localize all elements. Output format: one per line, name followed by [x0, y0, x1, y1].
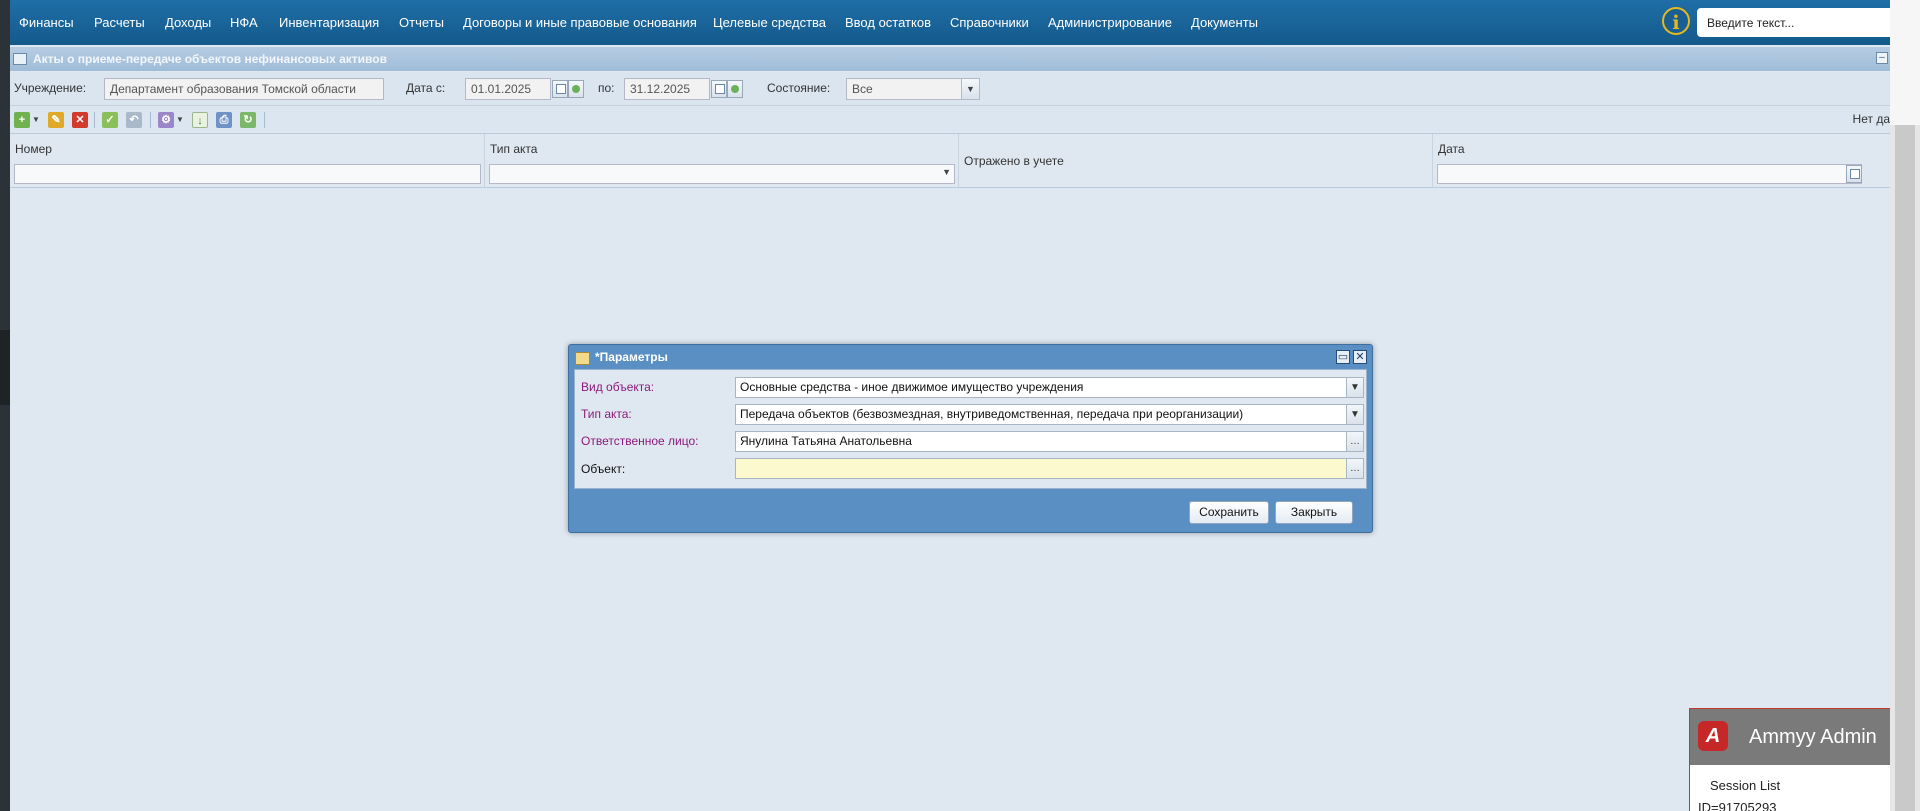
menu-documents[interactable]: Документы	[1191, 15, 1258, 30]
menu-income[interactable]: Доходы	[165, 15, 211, 30]
object-label: Объект:	[581, 462, 626, 476]
responsible-person-label: Ответственное лицо:	[581, 434, 699, 448]
add-dropdown-icon[interactable]: ▼	[32, 115, 40, 124]
filter-bar: Учреждение: Департамент образования Томс…	[10, 72, 1890, 106]
chevron-down-icon[interactable]: ▼	[942, 167, 951, 177]
app-window: Финансы Расчеты Доходы НФА Инвентаризаци…	[10, 0, 1890, 811]
menu-target-funds[interactable]: Целевые средства	[713, 15, 826, 30]
date-from-label: Дата с:	[406, 81, 446, 95]
ammyy-titlebar: A Ammyy Admin	[1690, 709, 1890, 765]
global-search-input[interactable]	[1697, 8, 1890, 37]
refresh-icon[interactable]: ↻	[240, 112, 256, 128]
edge-top	[1890, 0, 1920, 125]
print-icon[interactable]: ⎙	[216, 112, 232, 128]
chevron-down-icon[interactable]: ▼	[961, 79, 979, 99]
calendar-icon[interactable]	[1846, 165, 1862, 183]
toolbar-separator	[94, 112, 95, 128]
institution-field[interactable]: Департамент образования Томской области	[104, 78, 384, 100]
state-select[interactable]: Все ▼	[846, 78, 980, 100]
grid-header: Номер Тип акта ▼ Отражено в учете Дата	[10, 134, 1890, 188]
unpost-icon[interactable]: ↶	[126, 112, 142, 128]
filter-date-input[interactable]	[1437, 164, 1862, 184]
close-button[interactable]: Закрыть	[1275, 501, 1353, 524]
menu-directories[interactable]: Справочники	[950, 15, 1029, 30]
collapse-icon[interactable]: –	[1876, 52, 1888, 64]
column-header: Тип акта	[490, 142, 538, 156]
date-from-field[interactable]: 01.01.2025	[465, 78, 551, 100]
post-icon[interactable]: ✓	[102, 112, 118, 128]
column-header: Номер	[15, 142, 52, 156]
date-from-calendar-icon[interactable]	[552, 80, 568, 98]
filter-number-input[interactable]	[14, 164, 481, 184]
ellipsis-icon[interactable]: …	[1347, 458, 1364, 479]
info-icon[interactable]: i	[1662, 7, 1690, 35]
menu-balances-input[interactable]: Ввод остатков	[845, 15, 931, 30]
actions-dropdown-icon[interactable]: ▼	[176, 115, 184, 124]
panel-header: Акты о приеме-передаче объектов нефинанс…	[10, 47, 1890, 71]
chevron-down-icon[interactable]: ▼	[1347, 404, 1364, 425]
dialog-body: Вид объекта: Основные средства - иное дв…	[574, 369, 1367, 489]
date-to-apply-icon[interactable]	[727, 80, 743, 98]
vertical-scrollbar[interactable]	[1895, 125, 1915, 811]
main-menu: Финансы Расчеты Доходы НФА Инвентаризаци…	[10, 0, 1890, 45]
close-icon[interactable]: ✕	[1353, 350, 1367, 364]
date-from-apply-icon[interactable]	[568, 80, 584, 98]
right-edge	[1890, 0, 1920, 811]
column-header: Отражено в учете	[964, 154, 1064, 168]
desktop-edge	[0, 0, 10, 811]
filter-act-type-select[interactable]: ▼	[489, 164, 955, 184]
menu-reports[interactable]: Отчеты	[399, 15, 444, 30]
menu-nfa[interactable]: НФА	[230, 15, 258, 30]
column-act-type[interactable]: Тип акта ▼	[485, 134, 959, 187]
state-value: Все	[852, 82, 873, 96]
add-icon[interactable]: +	[14, 112, 30, 128]
grid-toolbar: + ▼ ✎ ✕ ✓ ↶ ⚙ ▼ ↓ ⎙ ↻ Нет да	[10, 106, 1890, 134]
responsible-person-field[interactable]: Янулина Татьяна Анатольевна	[735, 431, 1347, 452]
object-kind-select[interactable]: Основные средства - иное движимое имущес…	[735, 377, 1347, 398]
session-list-link[interactable]: Session List	[1710, 778, 1780, 793]
paging-status: Нет да	[1852, 112, 1890, 126]
ammyy-title: Ammyy Admin	[1749, 726, 1877, 748]
act-type-select[interactable]: Передача объектов (безвозмездная, внутри…	[735, 404, 1347, 425]
dialog-title: *Параметры	[595, 350, 668, 364]
desktop-strip	[0, 330, 10, 405]
column-date[interactable]: Дата	[1433, 134, 1890, 187]
delete-icon[interactable]: ✕	[72, 112, 88, 128]
ammyy-id: ID=91705293	[1698, 800, 1777, 811]
column-header: Дата	[1438, 142, 1465, 156]
panel-title: Акты о приеме-передаче объектов нефинанс…	[33, 52, 387, 66]
date-to-field[interactable]: 31.12.2025	[624, 78, 710, 100]
menu-inventory[interactable]: Инвентаризация	[279, 15, 379, 30]
state-label: Состояние:	[767, 81, 831, 95]
institution-label: Учреждение:	[14, 81, 87, 95]
object-field[interactable]	[735, 458, 1347, 479]
save-button[interactable]: Сохранить	[1189, 501, 1269, 524]
ellipsis-icon[interactable]: …	[1347, 431, 1364, 452]
chevron-down-icon[interactable]: ▼	[1347, 377, 1364, 398]
date-to-calendar-icon[interactable]	[711, 80, 727, 98]
actions-icon[interactable]: ⚙	[158, 112, 174, 128]
dialog-titlebar[interactable]: *Параметры ▭ ✕	[569, 345, 1372, 369]
menu-administration[interactable]: Администрирование	[1048, 15, 1172, 30]
parameters-dialog: *Параметры ▭ ✕ Вид объекта: Основные сре…	[568, 344, 1373, 533]
menu-contracts[interactable]: Договоры и иные правовые основания	[463, 15, 697, 30]
ammyy-logo-icon: A	[1698, 721, 1728, 751]
export-icon[interactable]: ↓	[192, 112, 208, 128]
menu-calculations[interactable]: Расчеты	[94, 15, 145, 30]
window-icon	[575, 352, 590, 365]
maximize-icon[interactable]: ▭	[1336, 350, 1350, 364]
object-kind-label: Вид объекта:	[581, 380, 655, 394]
edit-icon[interactable]: ✎	[48, 112, 64, 128]
act-type-label: Тип акта:	[581, 407, 632, 421]
menu-finance[interactable]: Финансы	[19, 15, 74, 30]
toolbar-separator	[264, 112, 265, 128]
column-number[interactable]: Номер	[10, 134, 485, 187]
ammyy-admin-window: A Ammyy Admin Session List ID=91705293	[1689, 708, 1890, 811]
date-to-label: по:	[598, 81, 615, 95]
toolbar-separator	[150, 112, 151, 128]
grid-panel-icon	[13, 53, 27, 65]
column-reflected[interactable]: Отражено в учете	[959, 134, 1433, 187]
